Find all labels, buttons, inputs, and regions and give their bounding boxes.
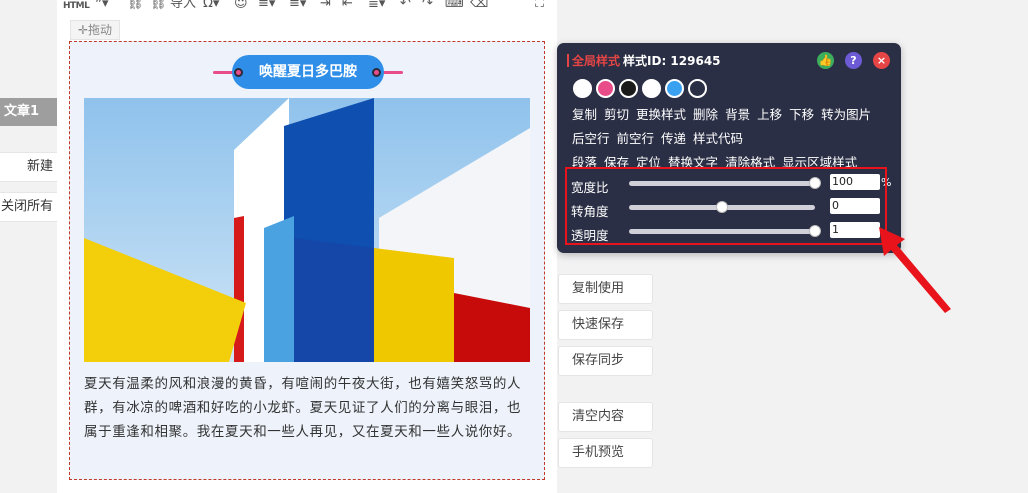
panel-header: 全局样式 样式ID: 129645 [567,52,721,69]
color-swatch-pink[interactable] [596,79,615,98]
line-height-icon[interactable]: ≣▾ [368,0,385,12]
actions-row-1: 复制 剪切 更换样式 删除 背景 上移 下移 转为图片 [572,104,878,123]
tab-article-1[interactable]: 文章1 [0,98,57,126]
close-all-button[interactable]: 关闭所有 [0,192,57,222]
format-icon[interactable]: ⌨ [445,0,464,12]
drag-label: 拖动 [88,23,113,37]
title-dot-right [372,68,381,77]
save-sync-button[interactable]: 保存同步 [558,346,653,376]
outdent-icon[interactable]: ⇤ [342,0,353,12]
action-blank-before[interactable]: 前空行 [617,131,655,146]
html-button[interactable]: HTML [63,0,90,14]
annotation-highlight-box [565,167,887,245]
article-title: 唤醒夏日多巴胺 [232,55,384,89]
thumbs-up-icon[interactable]: 👍 [817,52,834,69]
quote-icon[interactable]: ❞▾ [95,0,109,12]
indent-icon[interactable]: ⇥ [320,0,331,12]
action-pass[interactable]: 传递 [661,131,686,146]
unlink-icon[interactable]: ⛓ [150,0,167,12]
special-chars-icon[interactable]: Ω▾ [203,0,219,12]
mobile-preview-button[interactable]: 手机预览 [558,438,653,468]
help-icon[interactable]: ? [845,52,862,69]
copy-use-button[interactable]: 复制使用 [558,274,653,304]
drag-handle[interactable]: ✛拖动 [70,20,120,40]
color-swatch-white[interactable] [573,79,592,98]
action-delete[interactable]: 删除 [693,107,718,122]
action-copy[interactable]: 复制 [572,107,597,122]
actions-row-2: 后空行 前空行 传递 样式代码 [572,128,750,147]
link-icon[interactable]: ⛓ [127,0,144,12]
ordered-list-icon[interactable]: ≡▾ [258,0,275,12]
editor-area[interactable]: HTML ❞▾ ⛓ ⛓ 导入 Ω▾ ☺ ≡▾ ≡▾ ⇥ ⇤ ≣▾ ↶ ↷ ⌨ ⌫… [57,0,557,493]
color-swatch-blue[interactable] [665,79,684,98]
color-swatch-black[interactable] [619,79,638,98]
action-cut[interactable]: 剪切 [604,107,629,122]
emoji-icon[interactable]: ☺ [234,0,248,12]
color-swatch-dark[interactable] [688,79,707,98]
architecture-photo [84,98,530,362]
redo-icon[interactable]: ↷ [422,0,433,12]
annotation-arrow-icon [879,227,951,313]
action-background[interactable]: 背景 [725,107,750,122]
clear-content-button[interactable]: 清空内容 [558,402,653,432]
quick-save-button[interactable]: 快速保存 [558,310,653,340]
action-blank-after[interactable]: 后空行 [572,131,610,146]
article-block[interactable]: 唤醒夏日多巴胺 夏天有温柔的风和浪漫的黄昏，有喧闹的午夜大街，也有嬉笑怒骂的人群… [69,41,545,480]
close-icon[interactable]: × [873,52,890,69]
move-icon: ✛ [77,23,89,37]
action-move-up[interactable]: 上移 [757,107,782,122]
unordered-list-icon[interactable]: ≡▾ [289,0,306,12]
clear-icon[interactable]: ⌫ [470,0,488,12]
action-move-down[interactable]: 下移 [789,107,814,122]
accent-bar [567,54,569,67]
action-change-style[interactable]: 更换样式 [636,107,686,122]
style-id-label: 样式ID: 129645 [623,54,721,68]
fullscreen-icon[interactable]: ⛶ [535,0,544,12]
import-button[interactable]: 导入 [170,0,196,12]
color-swatch-white-2[interactable] [642,79,661,98]
undo-icon[interactable]: ↶ [400,0,411,12]
action-style-code[interactable]: 样式代码 [693,131,743,146]
action-to-image[interactable]: 转为图片 [821,107,871,122]
new-article-button[interactable]: 新建 [0,152,57,182]
global-style-label[interactable]: 全局样式 [572,54,620,68]
article-paragraph: 夏天有温柔的风和浪漫的黄昏，有喧闹的午夜大街，也有嬉笑怒骂的人群，有冰凉的啤酒和… [84,376,522,440]
title-dot-left [234,68,243,77]
editor-toolbar: HTML ❞▾ ⛓ ⛓ 导入 Ω▾ ☺ ≡▾ ≡▾ ⇥ ⇤ ≣▾ ↶ ↷ ⌨ ⌫… [57,0,557,15]
